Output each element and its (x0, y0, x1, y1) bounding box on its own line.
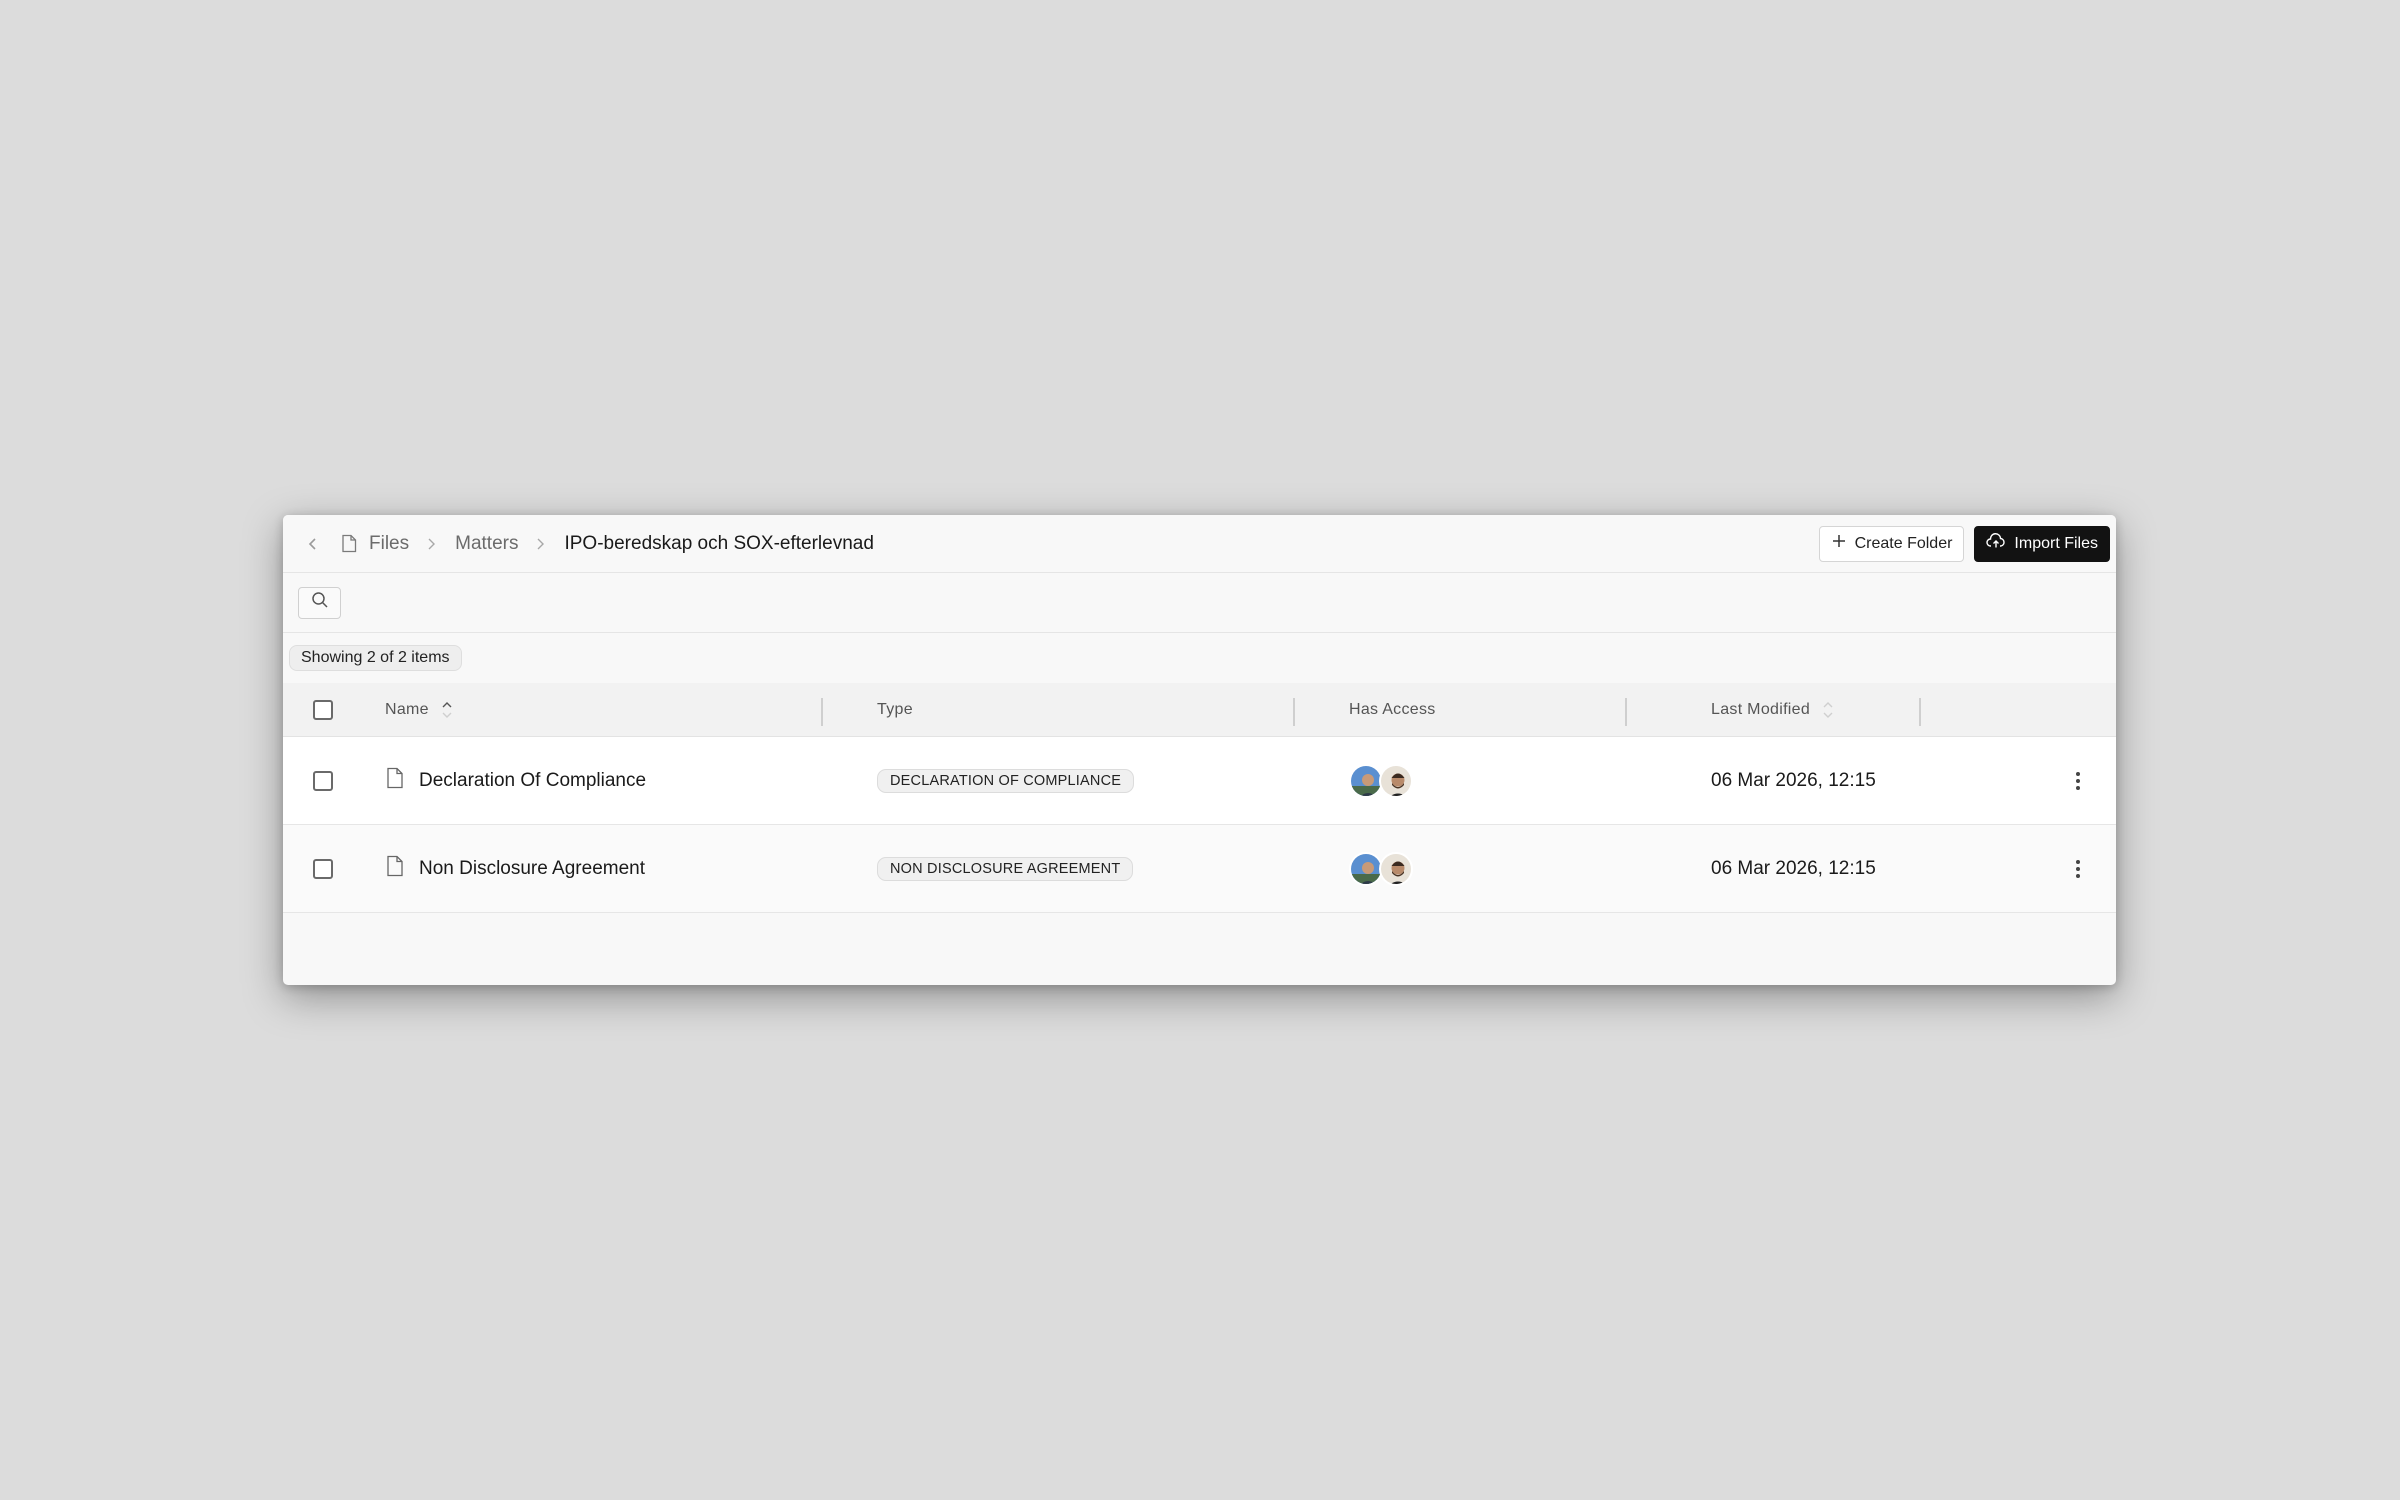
row-checkbox[interactable] (313, 770, 333, 791)
column-label-access: Has Access (1349, 700, 1436, 718)
access-cell (1335, 763, 1667, 798)
column-label-type: Type (877, 700, 913, 718)
access-avatars[interactable] (1349, 763, 1413, 798)
column-header-type[interactable]: Type (863, 701, 1335, 719)
last-modified-value: 06 Mar 2026, 12:15 (1711, 857, 1876, 879)
breadcrumb-current: IPO-beredskap och SOX-efterlevnad (564, 532, 874, 554)
last-modified-cell: 06 Mar 2026, 12:15 (1667, 770, 1961, 792)
row-checkbox-cell (283, 770, 385, 791)
last-modified-value: 06 Mar 2026, 12:15 (1711, 769, 1876, 791)
breadcrumb: Files Matters IPO-beredskap och SOX-efte… (305, 533, 874, 555)
import-files-label: Import Files (2014, 534, 2098, 552)
avatar (1349, 851, 1383, 886)
file-name[interactable]: Declaration Of Compliance (419, 770, 646, 792)
column-resize-handle[interactable] (821, 698, 823, 726)
column-label-last-modified: Last Modified (1711, 700, 1811, 718)
import-files-button[interactable]: Import Files (1974, 525, 2110, 562)
more-options-icon[interactable] (2068, 859, 2088, 878)
file-browser-window: Files Matters IPO-beredskap och SOX-efte… (283, 515, 2116, 985)
breadcrumb-matters[interactable]: Matters (455, 533, 518, 555)
type-cell: NON DISCLOSURE AGREEMENT (863, 856, 1335, 881)
avatar (1349, 763, 1383, 798)
file-icon (385, 855, 405, 883)
toolbar (283, 573, 2116, 633)
column-header-name[interactable]: Name (385, 701, 863, 719)
more-options-icon[interactable] (2068, 771, 2088, 790)
cloud-upload-icon (1986, 533, 2006, 554)
column-label-name: Name (385, 700, 429, 718)
last-modified-cell: 06 Mar 2026, 12:15 (1667, 858, 1961, 880)
header-checkbox-cell (283, 699, 385, 720)
chevron-right-icon (425, 537, 439, 551)
type-badge: DECLARATION OF COMPLIANCE (877, 768, 1135, 793)
row-actions-cell (1961, 771, 2116, 790)
row-checkbox-cell (283, 858, 385, 879)
access-avatars[interactable] (1349, 851, 1413, 886)
type-badge: NON DISCLOSURE AGREEMENT (877, 856, 1134, 881)
plus-icon (1831, 533, 1847, 554)
table-row[interactable]: Declaration Of Compliance DECLARATION OF… (283, 737, 2116, 825)
column-header-last-modified[interactable]: Last Modified (1667, 701, 1961, 719)
chevron-left-icon[interactable] (305, 535, 323, 553)
avatar (1379, 763, 1413, 798)
file-name-cell[interactable]: Non Disclosure Agreement (385, 855, 863, 883)
column-resize-handle[interactable] (1919, 698, 1921, 726)
column-resize-handle[interactable] (1293, 698, 1295, 726)
header-actions: Create Folder Import Files (1818, 525, 2110, 562)
file-icon (341, 534, 359, 554)
access-cell (1335, 851, 1667, 886)
sort-icon[interactable] (441, 701, 453, 719)
file-icon (385, 767, 405, 795)
search-icon (311, 591, 329, 614)
top-bar: Files Matters IPO-beredskap och SOX-efte… (283, 515, 2116, 573)
chevron-right-icon (534, 537, 548, 551)
search-button[interactable] (298, 586, 341, 619)
column-resize-handle[interactable] (1625, 698, 1627, 726)
column-header-access[interactable]: Has Access (1335, 701, 1667, 719)
sort-icon[interactable] (1822, 701, 1834, 719)
item-count-badge: Showing 2 of 2 items (289, 645, 462, 671)
type-cell: DECLARATION OF COMPLIANCE (863, 768, 1335, 793)
select-all-checkbox[interactable] (313, 699, 333, 720)
row-checkbox[interactable] (313, 858, 333, 879)
table-row[interactable]: Non Disclosure Agreement NON DISCLOSURE … (283, 825, 2116, 913)
table-header: Name Type Has Access Last Modified (283, 683, 2116, 737)
item-count-row: Showing 2 of 2 items (283, 633, 2116, 683)
file-name-cell[interactable]: Declaration Of Compliance (385, 767, 863, 795)
create-folder-label: Create Folder (1854, 534, 1953, 552)
breadcrumb-files[interactable]: Files (369, 533, 409, 555)
avatar (1379, 851, 1413, 886)
create-folder-button[interactable]: Create Folder (1818, 525, 1965, 562)
file-name[interactable]: Non Disclosure Agreement (419, 858, 645, 880)
row-actions-cell (1961, 859, 2116, 878)
